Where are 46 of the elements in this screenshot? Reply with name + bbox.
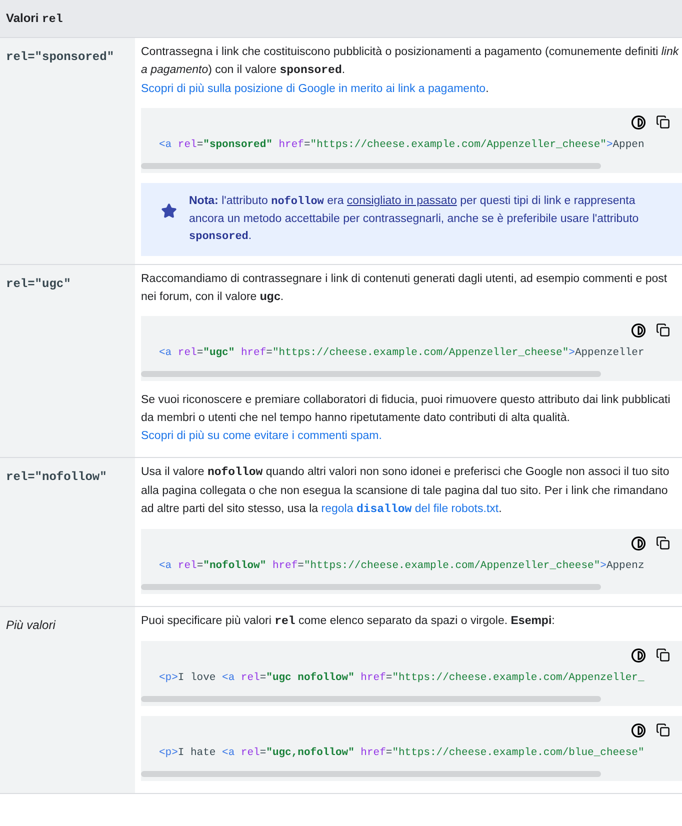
contrast-icon (631, 536, 646, 550)
column-heading: Valori rel (6, 10, 63, 28)
paragraph: Puoi specificare più valori rel come elenco separato da spazi o virgole. Esempi: (141, 614, 556, 630)
copy-icon (656, 323, 670, 337)
scrollbar[interactable] (141, 771, 601, 777)
contrast-icon (631, 648, 646, 662)
link[interactable]: Scopri di più su come evitare i commenti spam. (141, 430, 382, 442)
copy-icon (656, 648, 670, 662)
term: rel="nofollow" (6, 470, 107, 484)
link[interactable]: Scopri di più sulla posizione di Google in merito ai link a pagamento (141, 83, 486, 95)
dark-theme-button[interactable] (631, 322, 646, 338)
paragraph: Usa il valore nofollow quando altri valori non sono idonei e preferisci che Google non associ il tuo sito alla pagina collegata o che non esegua la scansione di tale pagina dal tuo sito. Per i link che rimandano ad altre parti del sito stesso, usa la regola disallow del file robots.txt. (141, 465, 670, 518)
scrollbar[interactable] (141, 696, 601, 702)
paragraph: Se vuoi riconoscere e premiare collaboratori di fiducia, puoi rimuovere questo attributo dai link pubblicati da membri o utenti che nel tempo hanno ripetutamente dato contributi di alta qualità. Scopri di più su come evitare i commenti spam. (141, 393, 672, 444)
contrast-icon (631, 114, 646, 130)
link[interactable]: consigliato in passato (346, 195, 457, 207)
code-line: <a rel="sponsored" href="https://cheese.example.com/Appenzeller_cheese">Appen (158, 138, 646, 153)
code-line: <a rel="ugc" href="https://cheese.example.com/Appenzeller_cheese">Appenzeller (158, 346, 646, 361)
term: rel="ugc" (6, 277, 71, 291)
term: Più valori (6, 618, 56, 632)
term: rel="sponsored" (6, 50, 114, 64)
scrollbar[interactable] (141, 371, 601, 377)
code-line: <p>I love <a rel="ugc nofollow" href="https://cheese.example.com/Appenzeller_ (158, 671, 646, 686)
copy-button[interactable] (656, 536, 670, 550)
code-line: <p>I hate <a rel="ugc,nofollow" href="https://cheese.example.com/blue_cheese" (158, 746, 646, 761)
paragraph: Contrassegna i link che costituiscono pubblicità o posizionamenti a pagamento (comunemente definiti link a pagamento) con il valore sponsored. Scopri di più sulla posizione di Google in merito ai link a pagamento. (141, 45, 680, 97)
contrast-icon (631, 722, 646, 738)
copy-button[interactable] (656, 323, 670, 337)
note-text: Nota: l'attributo nofollow era consigliato in passato per questi tipi di link e rappresenta ancora un metodo accettabile per contrassegnarli, anche se è preferibile usare l'attributo sponsored. (189, 194, 640, 245)
dark-theme-button[interactable] (631, 536, 646, 550)
copy-button[interactable] (656, 115, 670, 129)
dark-theme-button[interactable] (631, 114, 646, 130)
link[interactable]: regola disallow del file robots.txt (321, 503, 499, 515)
paragraph: Raccomandiamo di contrassegnare i link di contenuti generati dagli utenti, ad esempio commenti e post nei forum, con il valore ugc. (141, 272, 668, 305)
copy-button[interactable] (656, 648, 670, 662)
star-icon (161, 203, 177, 219)
copy-icon (656, 115, 670, 129)
scrollbar[interactable] (141, 163, 601, 169)
dark-theme-button[interactable] (631, 648, 646, 662)
contrast-icon (631, 322, 646, 338)
copy-icon (656, 536, 670, 550)
scrollbar[interactable] (141, 584, 601, 590)
code-line: <a rel="nofollow" href="https://cheese.example.com/Appenzeller_cheese">Appenz (158, 559, 646, 574)
copy-button[interactable] (656, 723, 670, 737)
copy-icon (656, 723, 670, 737)
dark-theme-button[interactable] (631, 722, 646, 738)
